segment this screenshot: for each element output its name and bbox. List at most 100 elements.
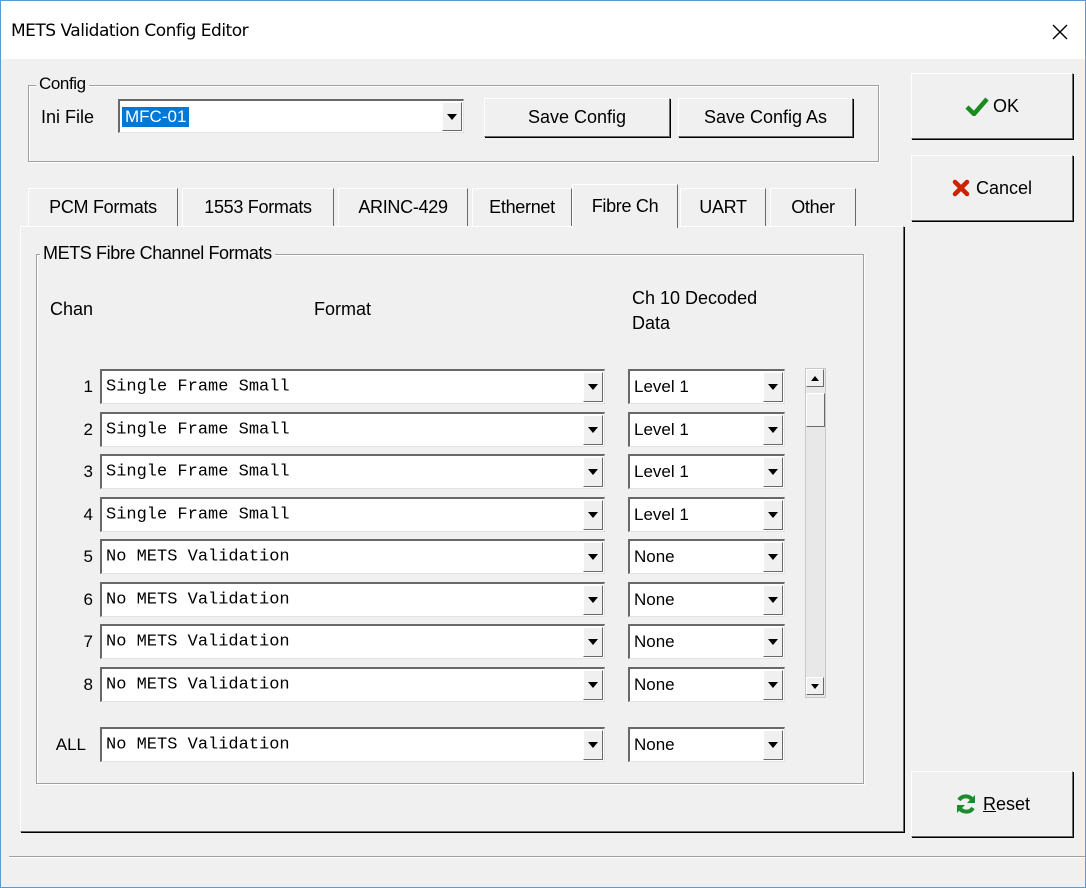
col-header-chan: Chan bbox=[50, 299, 94, 319]
format-select-3[interactable]: Single Frame Small bbox=[100, 454, 605, 489]
chevron-down-icon bbox=[588, 554, 598, 560]
decoded-dropdown-button[interactable] bbox=[763, 372, 783, 402]
chevron-down-icon bbox=[768, 554, 778, 560]
format-value: Single Frame Small bbox=[106, 462, 290, 482]
chan-number-6: 6 bbox=[83, 590, 93, 609]
chan-number-4: 4 bbox=[83, 505, 93, 524]
chevron-down-icon bbox=[588, 742, 598, 748]
decoded-value: None bbox=[634, 547, 675, 566]
chevron-down-icon bbox=[588, 427, 598, 433]
format-dropdown-button[interactable] bbox=[583, 585, 603, 615]
decoded-value: Level 1 bbox=[634, 420, 689, 439]
chan-number-2: 2 bbox=[83, 420, 93, 439]
save-config-button[interactable]: Save Config bbox=[484, 98, 670, 137]
cancel-label: Cancel bbox=[975, 177, 1033, 198]
reset-label: Reset bbox=[982, 793, 1031, 814]
format-dropdown-button[interactable] bbox=[583, 372, 603, 402]
chevron-down-icon bbox=[588, 512, 598, 518]
chan-number-3: 3 bbox=[83, 462, 93, 481]
close-button[interactable] bbox=[1040, 12, 1080, 52]
format-dropdown-button[interactable] bbox=[583, 500, 603, 530]
window-title: METS Validation Config Editor bbox=[11, 21, 249, 41]
chevron-down-icon bbox=[588, 597, 598, 603]
format-dropdown-button[interactable] bbox=[583, 542, 603, 572]
chan-number-8: 8 bbox=[83, 675, 93, 694]
status-bar bbox=[9, 856, 1086, 888]
close-icon bbox=[1052, 24, 1068, 40]
decoded-dropdown-button[interactable] bbox=[763, 457, 783, 487]
decoded-select-4[interactable]: Level 1 bbox=[628, 497, 785, 532]
decoded-select-8[interactable]: None bbox=[628, 667, 785, 702]
refresh-icon bbox=[956, 794, 975, 814]
format-select-2[interactable]: Single Frame Small bbox=[100, 412, 605, 447]
ini-file-value: MFC-01 bbox=[120, 105, 191, 128]
decoded-dropdown-button[interactable] bbox=[763, 627, 783, 657]
format-select-all[interactable]: No METS Validation bbox=[100, 727, 605, 762]
chevron-down-icon bbox=[768, 597, 778, 603]
decoded-dropdown-button[interactable] bbox=[763, 542, 783, 572]
tab-pcm-formats[interactable]: PCM Formats bbox=[28, 188, 178, 226]
decoded-select-7[interactable]: None bbox=[628, 624, 785, 659]
decoded-dropdown-button[interactable] bbox=[763, 730, 783, 760]
tab-1553-formats[interactable]: 1553 Formats bbox=[182, 188, 334, 226]
tab-other[interactable]: Other bbox=[770, 188, 856, 226]
format-dropdown-button[interactable] bbox=[583, 627, 603, 657]
decoded-dropdown-button[interactable] bbox=[763, 415, 783, 445]
chan-number-1: 1 bbox=[83, 377, 93, 396]
arrow-down-icon bbox=[811, 683, 819, 689]
format-select-6[interactable]: No METS Validation bbox=[100, 582, 605, 617]
decoded-dropdown-button[interactable] bbox=[763, 585, 783, 615]
format-select-5[interactable]: No METS Validation bbox=[100, 539, 605, 574]
chan-number-7: 7 bbox=[83, 632, 93, 651]
decoded-select-1[interactable]: Level 1 bbox=[628, 369, 785, 404]
reset-button[interactable]: Reset bbox=[911, 771, 1073, 837]
chevron-down-icon bbox=[768, 512, 778, 518]
tab-ethernet[interactable]: Ethernet bbox=[472, 188, 572, 226]
chevron-down-icon bbox=[768, 427, 778, 433]
format-select-8[interactable]: No METS Validation bbox=[100, 667, 605, 702]
decoded-select-3[interactable]: Level 1 bbox=[628, 454, 785, 489]
format-dropdown-button[interactable] bbox=[583, 670, 603, 700]
decoded-value: None bbox=[634, 675, 675, 694]
checkmark-icon bbox=[965, 97, 989, 116]
decoded-dropdown-button[interactable] bbox=[763, 670, 783, 700]
cancel-button[interactable]: Cancel bbox=[911, 155, 1073, 221]
format-select-1[interactable]: Single Frame Small bbox=[100, 369, 605, 404]
format-select-7[interactable]: No METS Validation bbox=[100, 624, 605, 659]
format-dropdown-button[interactable] bbox=[583, 415, 603, 445]
scroll-up-button[interactable] bbox=[806, 369, 824, 387]
decoded-dropdown-button[interactable] bbox=[763, 500, 783, 530]
ini-file-select[interactable]: MFC-01 bbox=[118, 99, 464, 133]
decoded-select-6[interactable]: None bbox=[628, 582, 785, 617]
tab-fibre-ch[interactable]: Fibre Ch bbox=[572, 184, 678, 228]
decoded-select-all[interactable]: None bbox=[628, 727, 785, 762]
format-value: Single Frame Small bbox=[106, 420, 290, 440]
scroll-down-button[interactable] bbox=[806, 677, 824, 695]
ok-button[interactable]: OK bbox=[911, 73, 1073, 139]
chevron-down-icon bbox=[447, 113, 457, 120]
chevron-down-icon bbox=[588, 639, 598, 645]
format-dropdown-button[interactable] bbox=[583, 457, 603, 487]
decoded-value: None bbox=[634, 632, 675, 651]
tab-uart[interactable]: UART bbox=[680, 188, 766, 226]
chan-number-all: ALL bbox=[55, 735, 86, 754]
col-header-decoded-2: Data bbox=[632, 313, 671, 333]
fibre-formats-legend: METS Fibre Channel Formats bbox=[40, 243, 275, 264]
col-header-format: Format bbox=[314, 299, 372, 319]
format-dropdown-button[interactable] bbox=[583, 730, 603, 760]
chan-number-5: 5 bbox=[83, 547, 93, 566]
save-config-label: Save Config bbox=[527, 107, 627, 127]
ini-file-dropdown-button[interactable] bbox=[442, 102, 462, 131]
save-config-as-label: Save Config As bbox=[703, 107, 828, 127]
scroll-thumb[interactable] bbox=[806, 393, 825, 427]
decoded-select-2[interactable]: Level 1 bbox=[628, 412, 785, 447]
decoded-select-5[interactable]: None bbox=[628, 539, 785, 574]
format-select-4[interactable]: Single Frame Small bbox=[100, 497, 605, 532]
ini-file-label: Ini File bbox=[41, 107, 95, 127]
tab-arinc-429[interactable]: ARINC-429 bbox=[338, 188, 468, 226]
chevron-down-icon bbox=[768, 384, 778, 390]
decoded-value: None bbox=[634, 735, 675, 754]
decoded-value: Level 1 bbox=[634, 462, 689, 481]
save-config-as-button[interactable]: Save Config As bbox=[678, 98, 853, 137]
decoded-value: Level 1 bbox=[634, 377, 689, 396]
